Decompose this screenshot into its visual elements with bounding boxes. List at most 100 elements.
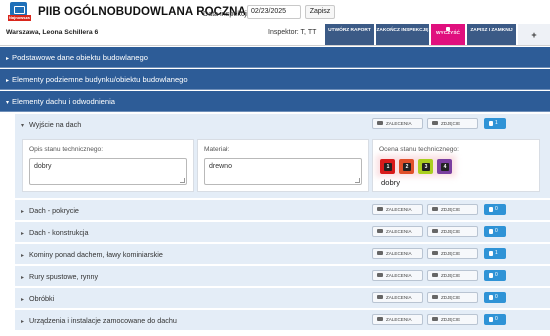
recommendations-label: ZALECENIA [386,207,412,212]
section-underground[interactable]: ▸ Elementy podziemne budynku/obiektu budo… [0,69,550,90]
chevron-right-icon: ▸ [21,297,25,303]
photo-button[interactable]: ZDJĘCIE [427,314,478,325]
clear-button[interactable]: WYCZYŚĆ [431,24,465,45]
rating-number: 1 [384,163,392,171]
documents-count: 1 [495,250,498,256]
create-report-button[interactable]: UTWÓRZ RAPORT [325,24,374,45]
camera-icon [432,317,438,321]
add-button[interactable]: + [518,24,550,45]
app-logo: Najnowsza [8,2,31,22]
documents-count-button[interactable]: 0 [484,204,506,215]
item-roof-structure[interactable]: ▸ Dach - konstrukcja ZALECENIA ZDJĘCIE 0 [15,221,550,242]
documents-count: 0 [495,316,498,322]
camera-icon [432,121,438,125]
rating-option-1[interactable]: 1 [380,159,395,174]
save-button[interactable]: Zapisz [305,5,335,19]
item-label: Wyjście na dach [29,120,82,129]
info-bar: Warszawa, Leona Schillera 6 Inspektor: T… [0,24,550,46]
documents-count-button[interactable]: 1 [484,118,506,129]
documents-count: 0 [495,272,498,278]
rating-option-2[interactable]: 2 [399,159,414,174]
rating-number: 4 [441,163,449,171]
rating-option-4[interactable]: 4 [437,159,452,174]
camera-icon [432,251,438,255]
note-icon [377,295,383,299]
recommendations-button[interactable]: ZALECENIA [372,204,423,215]
item-roof-covering[interactable]: ▸ Dach - pokrycie ZALECENIA ZDJĘCIE 0 [15,199,550,220]
note-icon [377,251,383,255]
camera-icon [432,207,438,211]
briefcase-icon [10,2,27,16]
section-label: Elementy dachu i odwodnienia [12,97,116,106]
rating-option-3[interactable]: 3 [418,159,433,174]
note-icon [377,121,383,125]
item-roof-installations[interactable]: ▸ Urządzenia i instalacje zamocowane do d… [15,309,550,330]
item-label: Urządzenia i instalacje zamocowane do da… [29,316,177,325]
photo-button[interactable]: ZDJĘCIE [427,292,478,303]
recommendations-button[interactable]: ZALECENIA [372,314,423,325]
photo-label: ZDJĘCIE [441,295,461,300]
recommendations-button[interactable]: ZALECENIA [372,248,423,259]
photo-button[interactable]: ZDJĘCIE [427,270,478,281]
condition-label: Opis stanu technicznego: [29,146,104,153]
item-flashings[interactable]: ▸ Obróbki ZALECENIA ZDJĘCIE 0 [15,287,550,308]
documents-count-button[interactable]: 0 [484,292,506,303]
material-label: Materiał: [204,146,230,153]
item-label: Kominy ponad dachem, ławy kominiarskie [29,250,163,259]
material-card: Materiał: drewno [197,139,369,192]
documents-count-button[interactable]: 1 [484,248,506,259]
file-icon [489,229,493,234]
section-label: Podstawowe dane obiektu budowlanego [12,53,148,62]
documents-count: 1 [495,120,498,126]
recommendations-button[interactable]: ZALECENIA [372,270,423,281]
documents-count-button[interactable]: 0 [484,226,506,237]
note-icon [377,317,383,321]
condition-textarea[interactable]: dobry [29,158,187,185]
documents-count-button[interactable]: 0 [484,270,506,281]
date-label: Data inspekcji: [203,9,250,18]
documents-count: 0 [495,206,498,212]
material-textarea[interactable]: drewno [204,158,362,185]
save-close-label: ZAPISZ I ZAMKNIJ [470,28,513,33]
chevron-right-icon: ▸ [21,275,25,281]
inspector-text: Inspektor: T, TT [268,29,317,36]
recommendations-label: ZALECENIA [386,273,412,278]
camera-icon [432,295,438,299]
photo-label: ZDJĘCIE [441,251,461,256]
recommendations-button[interactable]: ZALECENIA [372,292,423,303]
address-text: Warszawa, Leona Schillera 6 [6,29,99,36]
save-close-button[interactable]: ZAPISZ I ZAMKNIJ [467,24,516,45]
recommendations-label: ZALECENIA [386,229,412,234]
inspection-date-input[interactable]: 02/23/2025 [247,5,301,19]
photo-button[interactable]: ZDJĘCIE [427,248,478,259]
documents-count-button[interactable]: 0 [484,314,506,325]
section-roof[interactable]: ▾ Elementy dachu i odwodnienia [0,91,550,112]
photo-label: ZDJĘCIE [441,229,461,234]
rating-value: dobry [381,178,400,187]
clear-label: WYCZYŚĆ [436,31,460,36]
item-label: Dach - pokrycie [29,206,79,215]
item-label: Rury spustowe, rynny [29,272,99,281]
photo-label: ZDJĘCIE [441,207,461,212]
photo-label: ZDJĘCIE [441,317,461,322]
photo-button[interactable]: ZDJĘCIE [427,204,478,215]
item-downpipes[interactable]: ▸ Rury spustowe, rynny ZALECENIA ZDJĘCIE … [15,265,550,286]
rating-number: 2 [403,163,411,171]
photo-label: ZDJĘCIE [441,273,461,278]
note-icon [377,273,383,277]
recommendations-button[interactable]: ZALECENIA [372,118,423,129]
photo-label: ZDJĘCIE [441,121,461,126]
section-basic-data[interactable]: ▸ Podstawowe dane obiektu budowlanego [0,47,550,68]
recommendations-button[interactable]: ZALECENIA [372,226,423,237]
logo-tag: Najnowsza [8,15,31,21]
chevron-right-icon: ▸ [21,209,25,215]
rating-number: 3 [422,163,430,171]
item-chimneys[interactable]: ▸ Kominy ponad dachem, ławy kominiarskie … [15,243,550,264]
item-label: Obróbki [29,294,55,303]
finish-inspection-button[interactable]: ZAKOŃCZ INSPEKCJĘ [376,24,429,45]
photo-button[interactable]: ZDJĘCIE [427,226,478,237]
rating-card: Ocena stanu technicznego: 1 2 3 4 dobry [372,139,540,192]
camera-icon [432,229,438,233]
photo-button[interactable]: ZDJĘCIE [427,118,478,129]
file-icon [489,207,493,212]
